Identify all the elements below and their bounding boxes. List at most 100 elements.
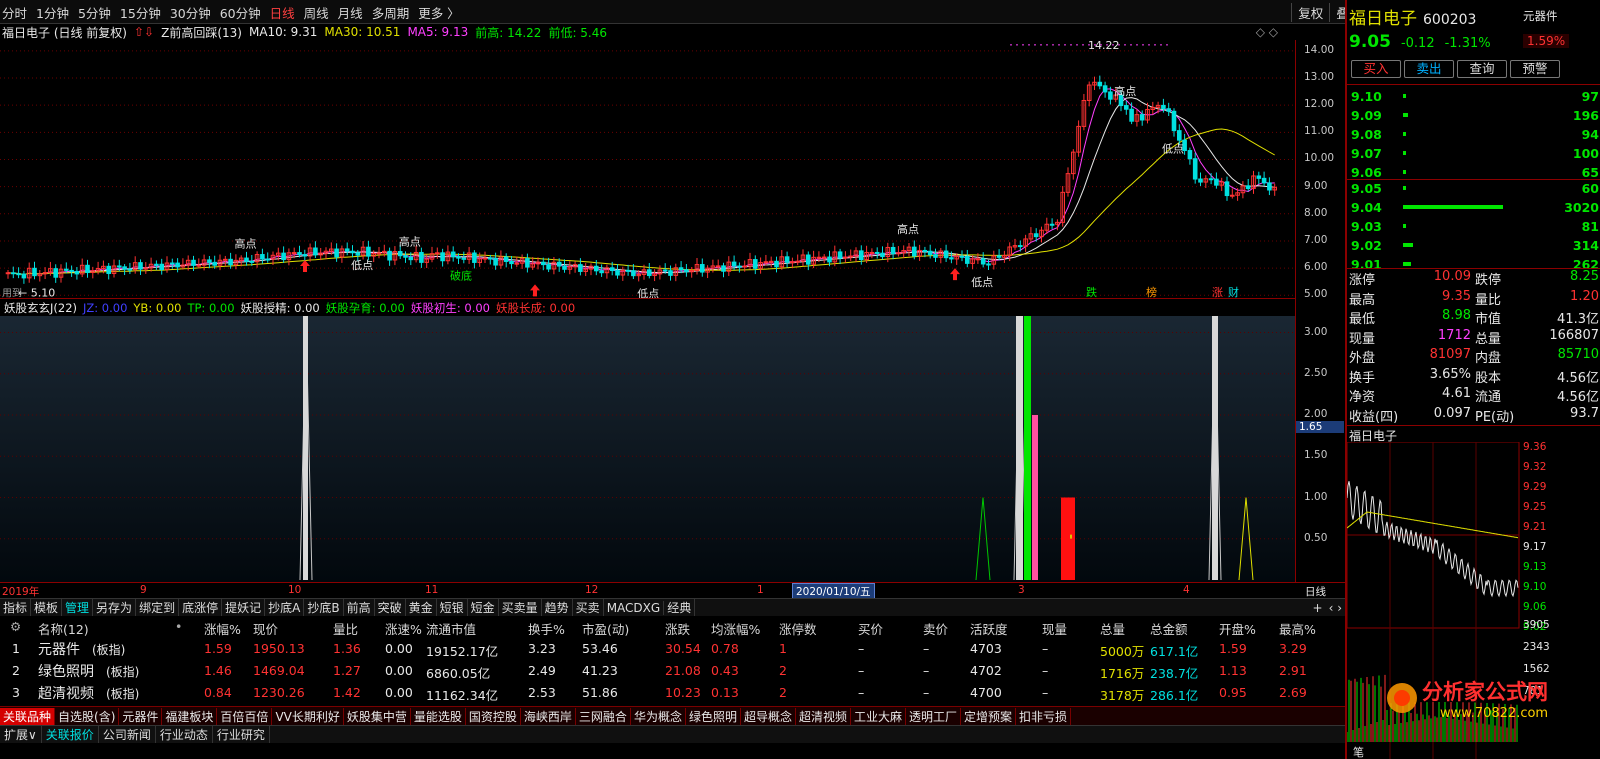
order-button-1[interactable]: 卖出 xyxy=(1404,60,1454,78)
sector-tab-0[interactable]: 关联品种 xyxy=(0,707,56,725)
column-header[interactable]: 换手% xyxy=(528,619,565,638)
candlestick-chart[interactable]: 14.22← 5.10用到高点 高点高点高点低点低点低点低点破底跌榜涨财 xyxy=(0,40,1295,298)
column-header[interactable]: 卖价 xyxy=(923,619,948,638)
sector-tab-2[interactable]: 元器件 xyxy=(119,707,163,725)
order-book-row[interactable]: 9.08 94 xyxy=(1351,125,1600,144)
column-header[interactable]: 涨停数 xyxy=(779,619,817,638)
indicator-tab-6[interactable]: 提妖记 xyxy=(222,599,266,616)
indicator-tab-17[interactable]: MACDXG xyxy=(604,600,665,615)
indicator-name[interactable]: Z前高回踩(13) xyxy=(161,24,242,41)
sector-tab-8[interactable]: 国资控股 xyxy=(466,707,521,725)
trade-detail-label[interactable]: 笔 xyxy=(1353,745,1364,759)
order-book-row[interactable]: 9.02 314 xyxy=(1351,236,1600,255)
indicator-tab-15[interactable]: 趋势 xyxy=(542,599,573,616)
indicator-legend-name[interactable]: 妖股玄玄J(22) xyxy=(4,300,77,316)
indicator-tab-11[interactable]: 黄金 xyxy=(406,599,437,616)
column-header[interactable]: 活跃度 xyxy=(970,619,1008,638)
sector-tab-10[interactable]: 三网融合 xyxy=(576,707,631,725)
order-book-row[interactable]: 9.04 3020 xyxy=(1351,198,1600,217)
column-header[interactable]: 总金额 xyxy=(1150,619,1188,638)
bottom-tab-2[interactable]: 公司新闻 xyxy=(99,726,156,743)
indicator-tab-8[interactable]: 抄底B xyxy=(304,599,344,616)
table-row[interactable]: 3 超清视频 0.84 1230.26 1.42 0.00 11162.34亿 2.53 51.… xyxy=(0,682,1345,704)
indicator-tab-7[interactable]: 抄底A xyxy=(265,599,305,616)
period-0[interactable]: 分时 xyxy=(2,3,27,22)
sector-tab-14[interactable]: 超清视频 xyxy=(796,707,851,725)
period-2[interactable]: 5分钟 xyxy=(78,3,111,22)
column-header[interactable]: 买价 xyxy=(858,619,883,638)
column-header[interactable]: 涨速% xyxy=(385,619,422,638)
bottom-tab-4[interactable]: 行业研究 xyxy=(213,726,270,743)
sector-tab-12[interactable]: 绿色照明 xyxy=(686,707,741,725)
sector-tab-3[interactable]: 福建板块 xyxy=(162,707,218,725)
indicator-tab-0[interactable]: 指标 xyxy=(0,599,32,616)
sector-tab-1[interactable]: 自选股(含) xyxy=(55,707,120,725)
toolbar-button-0[interactable]: 复权 xyxy=(1291,3,1329,22)
order-button-2[interactable]: 查询 xyxy=(1457,60,1507,78)
column-header[interactable]: 最高% xyxy=(1279,619,1316,638)
indicator-chart[interactable] xyxy=(0,316,1295,582)
order-book-row[interactable]: 9.03 81 xyxy=(1351,217,1600,236)
sector-tab-9[interactable]: 海峡西岸 xyxy=(521,707,576,725)
order-book-row[interactable]: 9.07 100 xyxy=(1351,144,1600,163)
settings-gear-icon[interactable]: ⚙ xyxy=(10,619,21,634)
column-header[interactable]: 总量 xyxy=(1100,619,1125,638)
sector-tab-13[interactable]: 超导概念 xyxy=(741,707,796,725)
sector-tab-6[interactable]: 妖股集中营 xyxy=(344,707,411,725)
indicator-tab-5[interactable]: 底涨停 xyxy=(179,599,223,616)
column-header[interactable]: 量比 xyxy=(333,619,358,638)
column-header[interactable]: 开盘% xyxy=(1219,619,1256,638)
column-header[interactable]: 涨跌 xyxy=(665,619,690,638)
period-1[interactable]: 1分钟 xyxy=(36,3,69,22)
column-header[interactable]: 市盈(动) xyxy=(582,619,629,638)
order-book-row[interactable]: 9.10 97 xyxy=(1351,87,1600,106)
period-4[interactable]: 30分钟 xyxy=(170,3,211,22)
indicator-tab-14[interactable]: 买卖量 xyxy=(499,599,542,616)
column-header[interactable]: 均涨幅% xyxy=(711,619,760,638)
sector-tab-16[interactable]: 透明工厂 xyxy=(906,707,962,725)
bottom-tab-1[interactable]: 关联报价 xyxy=(42,726,99,743)
indicator-tab-9[interactable]: 前高 xyxy=(344,599,375,616)
indicator-tab-10[interactable]: 突破 xyxy=(375,599,406,616)
chart-options-icon[interactable]: ◇ ◇ xyxy=(1256,25,1292,39)
column-header[interactable]: 流通市值 xyxy=(426,619,476,638)
sector-tab-11[interactable]: 华为概念 xyxy=(631,707,686,725)
sector-tab-5[interactable]: VV长期利好 xyxy=(272,707,344,725)
sector-tab-15[interactable]: 工业大麻 xyxy=(851,707,907,725)
add-tab-icon[interactable]: + xyxy=(1310,601,1326,615)
indicator-tab-18[interactable]: 经典 xyxy=(664,599,696,616)
column-header[interactable]: 现价 xyxy=(253,619,278,638)
sector-tab-7[interactable]: 量能选股 xyxy=(411,707,466,725)
period-8[interactable]: 月线 xyxy=(338,3,363,22)
bottom-tab-3[interactable]: 行业动态 xyxy=(156,726,213,743)
period-7[interactable]: 周线 xyxy=(304,3,329,22)
more-tabs-icon[interactable]: ‹ › xyxy=(1326,601,1345,615)
period-10[interactable]: 更多 〉 xyxy=(418,3,459,22)
sector-tab-17[interactable]: 定增预案 xyxy=(961,707,1017,725)
column-header[interactable]: 名称(12) xyxy=(38,619,89,638)
sector-tab-18[interactable]: 扣非亏损 xyxy=(1016,707,1072,725)
column-header[interactable]: 涨幅% xyxy=(204,619,241,638)
bottom-tab-0[interactable]: 扩展∨ xyxy=(0,726,42,743)
table-row[interactable]: 2 绿色照明 1.46 1469.04 1.27 0.00 6860.05亿 2.49 41.2… xyxy=(0,660,1345,682)
order-book-row[interactable]: 9.05 60 xyxy=(1351,179,1600,198)
sector-name[interactable]: 元器件 xyxy=(1523,8,1558,24)
period-9[interactable]: 多周期 xyxy=(372,3,410,22)
indicator-tab-16[interactable]: 买卖 xyxy=(573,599,604,616)
indicator-tab-12[interactable]: 短银 xyxy=(437,599,468,616)
indicator-tab-3[interactable]: 另存为 xyxy=(93,599,137,616)
indicator-tab-1[interactable]: 模板 xyxy=(31,599,63,616)
period-label[interactable]: 日线 xyxy=(1305,584,1326,599)
period-3[interactable]: 15分钟 xyxy=(120,3,161,22)
order-button-3[interactable]: 预警 xyxy=(1510,60,1560,78)
column-header[interactable]: 现量 xyxy=(1042,619,1067,638)
period-5[interactable]: 60分钟 xyxy=(220,3,261,22)
sector-tab-4[interactable]: 百倍百倍 xyxy=(217,707,273,725)
order-book-row[interactable]: 9.09 196 xyxy=(1351,106,1600,125)
indicator-tab-2[interactable]: 管理 xyxy=(62,599,94,616)
indicator-tab-4[interactable]: 绑定到 xyxy=(136,599,180,616)
table-row[interactable]: 1 元器件 1.59 1950.13 1.36 0.00 19152.17亿 3.23 53.4… xyxy=(0,638,1345,660)
period-6[interactable]: 日线 xyxy=(270,3,295,22)
indicator-tab-13[interactable]: 短金 xyxy=(468,599,499,616)
order-button-0[interactable]: 买入 xyxy=(1351,60,1401,78)
